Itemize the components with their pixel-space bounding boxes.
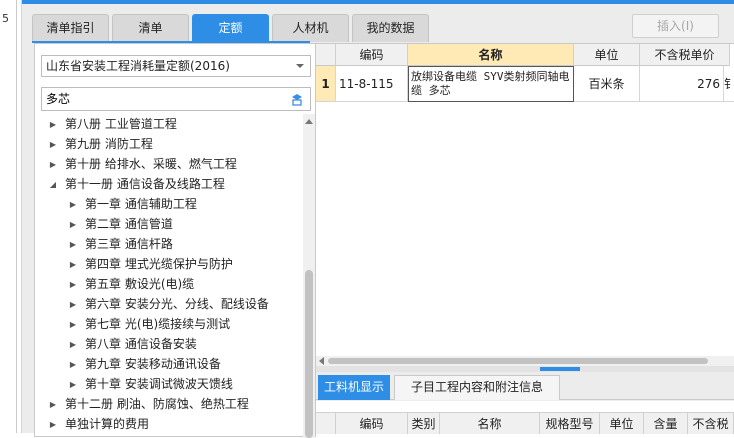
- collapsed-arrow-icon[interactable]: ▶: [67, 375, 79, 395]
- collapsed-arrow-icon[interactable]: ▶: [67, 315, 79, 335]
- grid-header-code[interactable]: 编码: [336, 44, 408, 66]
- tree-item[interactable]: ▶ 第六章 安装分光、分线、配线设备: [67, 294, 269, 314]
- grid-header-rownum: [316, 44, 336, 66]
- tree-item[interactable]: ▶ 第十章 安装调试微波天馈线: [67, 374, 233, 394]
- collapsed-arrow-icon[interactable]: ▶: [67, 235, 79, 255]
- tree-item[interactable]: ▶ 第七章 光(电)缆接续与测试: [67, 314, 230, 334]
- collapsed-arrow-icon[interactable]: ▶: [67, 355, 79, 375]
- tree-item-label: 第十一册 通信设备及线路工程: [65, 177, 225, 191]
- norm-tree-panel: 山东省安装工程消耗量定额(2016) ▶第八册 工业管道工程▶第九册 消防工程▶…: [34, 43, 316, 438]
- material-grid: 编码 类别 名称 规格型号 单位 含量 不含税: [316, 401, 734, 437]
- row-number[interactable]: 1: [316, 66, 336, 102]
- editor-gutter: 5: [0, 0, 22, 433]
- detail-tab-bar: 工料机显示 子目工程内容和附注信息: [316, 372, 734, 400]
- gutter-divider: [16, 0, 17, 433]
- tab-bill-guide[interactable]: 清单指引: [32, 14, 109, 42]
- tree-item-label: 第九章 安装移动通讯设备: [85, 357, 221, 371]
- tree-item-label: 第四章 埋式光缆保护与防护: [85, 257, 233, 271]
- tree-item[interactable]: ▶ 第十二册 刷油、防腐蚀、绝热工程: [47, 394, 249, 414]
- tree-item-label: 单独计算的费用: [65, 417, 150, 431]
- collapsed-arrow-icon[interactable]: ▶: [47, 155, 59, 175]
- norm-library-select[interactable]: 山东省安装工程消耗量定额(2016): [41, 55, 311, 77]
- collapsed-arrow-icon[interactable]: ▶: [67, 295, 79, 315]
- tree-item-label: 第二章 通信管道: [85, 217, 173, 231]
- tab-material-display[interactable]: 工料机显示: [318, 375, 390, 400]
- tree-item-label: 第九册 消防工程: [65, 137, 153, 151]
- tree-item[interactable]: ▶ 第九册 消防工程: [47, 134, 153, 154]
- tab-my-data[interactable]: 我的数据: [352, 14, 429, 42]
- collapsed-arrow-icon[interactable]: ▶: [67, 195, 79, 215]
- chevron-down-icon: [296, 64, 304, 68]
- collapsed-arrow-icon[interactable]: ▶: [67, 255, 79, 275]
- tree-item-label: 第十二册 刷油、防腐蚀、绝热工程: [65, 397, 249, 411]
- material-header-unit[interactable]: 单位: [600, 412, 644, 434]
- row-code[interactable]: 11-8-115: [336, 66, 408, 102]
- row-name[interactable]: 放绑设备电缆 SYV类射频同轴电缆 多芯: [408, 66, 574, 102]
- row-price[interactable]: 276: [640, 66, 724, 102]
- tree-item[interactable]: ▶ 第八章 通信设备安装: [67, 334, 197, 354]
- tree-item[interactable]: ▶ 第二章 通信管道: [67, 214, 173, 234]
- tree-item[interactable]: ▶ 第一章 通信辅助工程: [67, 194, 197, 214]
- grid-header-unit[interactable]: 单位: [574, 44, 640, 66]
- tree-item[interactable]: ▶ 第四章 埋式光缆保护与防护: [67, 254, 233, 274]
- row-overflow-cell[interactable]: 钅: [724, 66, 734, 102]
- tree-item-label: 第七章 光(电)缆接续与测试: [85, 317, 231, 331]
- norm-result-grid: 编码 名称 单位 不含税单价 1 11-8-115 放绑设备电缆 SYV类射频同…: [316, 43, 734, 365]
- tree-item[interactable]: ▶ 第八册 工业管道工程: [47, 114, 177, 134]
- grid-horizontal-scrollbar[interactable]: [316, 356, 734, 366]
- horizontal-scrollbar-thumb[interactable]: [328, 358, 708, 364]
- grid-header-name[interactable]: 名称: [408, 44, 574, 66]
- splitter-grip[interactable]: [540, 367, 580, 371]
- collapsed-arrow-icon[interactable]: ▶: [67, 215, 79, 235]
- tree-item[interactable]: ▶ 第十册 给排水、采暖、燃气工程: [47, 154, 237, 174]
- tree-item[interactable]: ▶ 第九章 安装移动通讯设备: [67, 354, 221, 374]
- insert-button[interactable]: 插入(I): [632, 14, 719, 38]
- scroll-left-arrow-icon[interactable]: [319, 357, 324, 365]
- scrollbar-thumb[interactable]: [305, 270, 313, 438]
- grid-header-price[interactable]: 不含税单价: [640, 44, 730, 66]
- collapsed-arrow-icon[interactable]: ▶: [47, 395, 59, 415]
- tree-item[interactable]: ▶ 第五章 敷设光(电)缆: [67, 274, 194, 294]
- norm-library-value: 山东省安装工程消耗量定额(2016): [46, 59, 230, 73]
- search-box: [41, 87, 311, 111]
- collapsed-arrow-icon[interactable]: ▶: [67, 275, 79, 295]
- tab-bill[interactable]: 清单: [112, 14, 189, 42]
- norm-tree: ▶ 第八册 工业管道工程 ▶ 第九册 消防工程 ▶ 第十册 给排水、采暖、燃气工程 ◢ 第十一…: [35, 114, 303, 438]
- collapsed-arrow-icon[interactable]: ▶: [47, 115, 59, 135]
- collapsed-arrow-icon[interactable]: ▶: [47, 135, 59, 155]
- tree-item-label: 第八册 工业管道工程: [65, 117, 177, 131]
- search-filter-icon[interactable]: [290, 92, 304, 106]
- tree-item-label: 第十册 给排水、采暖、燃气工程: [65, 157, 237, 171]
- tree-item-label: 第五章 敷设光(电)缆: [85, 277, 195, 291]
- tree-item-label: 第六章 安装分光、分线、配线设备: [85, 297, 269, 311]
- tree-scrollbar[interactable]: [303, 114, 315, 438]
- tree-item[interactable]: ▶ 单独计算的费用: [47, 414, 149, 434]
- tree-item-label: 第十章 安装调试微波天馈线: [85, 377, 233, 391]
- tree-item-label: 第一章 通信辅助工程: [85, 197, 197, 211]
- tree-item-label: 第三章 通信杆路: [85, 237, 173, 251]
- material-header-type[interactable]: 类别: [408, 412, 440, 434]
- search-input[interactable]: [46, 88, 276, 109]
- tab-work-content-notes[interactable]: 子目工程内容和附注信息: [394, 375, 560, 400]
- row-unit[interactable]: 百米条: [574, 66, 640, 102]
- material-header-code[interactable]: 编码: [336, 412, 408, 434]
- tree-item-label: 第八章 通信设备安装: [85, 337, 197, 351]
- material-header-rownum: [316, 412, 336, 434]
- tab-norm[interactable]: 定额: [192, 14, 269, 42]
- gutter-line-number: 5: [2, 12, 9, 25]
- material-header-price[interactable]: 不含税: [688, 412, 734, 434]
- norm-lookup-dialog: 清单指引 清单 定额 人材机 我的数据 插入(I) 山东省安装工程消耗量定额(2…: [22, 0, 734, 438]
- scroll-up-arrow-icon[interactable]: [305, 119, 313, 124]
- material-header-name[interactable]: 名称: [440, 412, 540, 434]
- expanded-arrow-icon[interactable]: ◢: [47, 175, 59, 195]
- tree-item[interactable]: ◢ 第十一册 通信设备及线路工程: [47, 174, 225, 194]
- collapsed-arrow-icon[interactable]: ▶: [47, 415, 59, 435]
- collapsed-arrow-icon[interactable]: ▶: [67, 335, 79, 355]
- material-header-spec[interactable]: 规格型号: [540, 412, 600, 434]
- tab-labor-material-machine[interactable]: 人材机: [272, 14, 349, 42]
- material-header-quantity[interactable]: 含量: [644, 412, 688, 434]
- tree-item[interactable]: ▶ 第三章 通信杆路: [67, 234, 173, 254]
